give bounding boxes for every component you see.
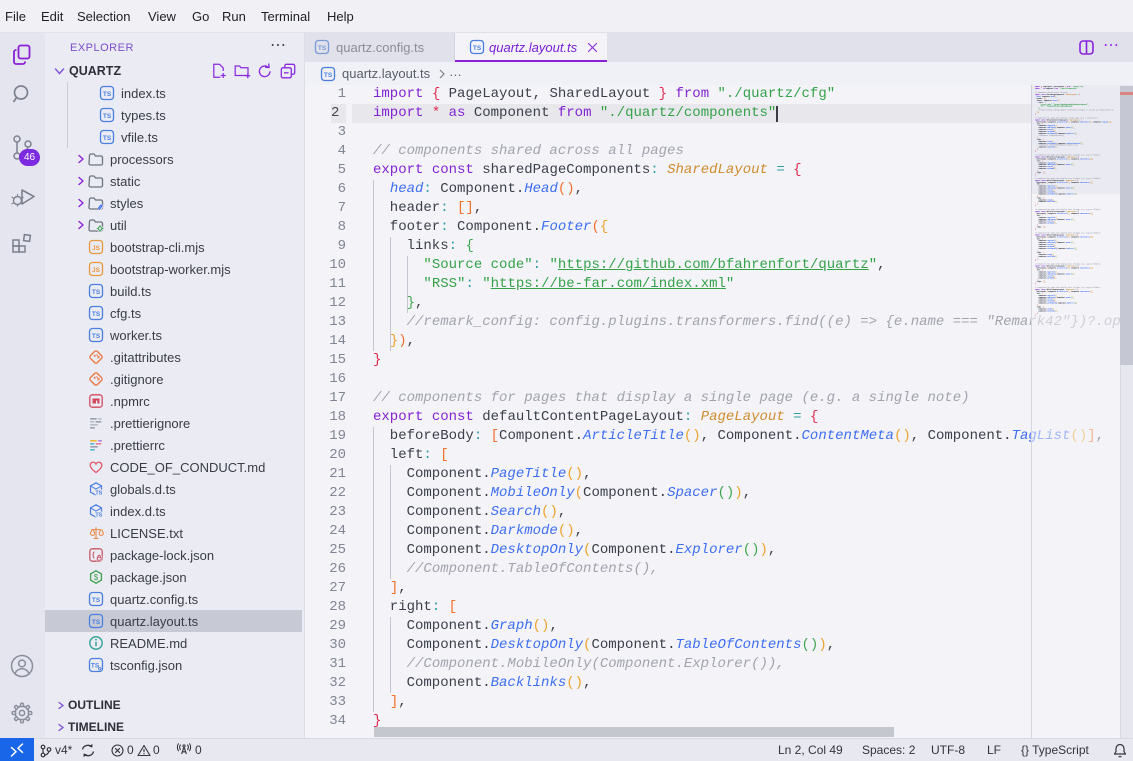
svg-text:TS: TS [92, 311, 101, 318]
svg-text:TS: TS [318, 45, 327, 52]
svg-text:TS: TS [103, 135, 112, 142]
svg-text:TS: TS [95, 513, 102, 519]
svg-text:TS: TS [92, 619, 101, 626]
svg-text:TS: TS [324, 72, 333, 79]
svg-text:TS: TS [95, 491, 102, 497]
svg-text:$: $ [94, 573, 99, 582]
svg-text:TS: TS [92, 289, 101, 296]
svg-text:TS: TS [92, 597, 101, 604]
svg-text:TS: TS [473, 45, 482, 52]
svg-text:JS: JS [92, 245, 101, 252]
svg-text:TS: TS [92, 333, 101, 340]
svg-text:TS: TS [103, 113, 112, 120]
svg-text:TS: TS [103, 91, 112, 98]
svg-text:JS: JS [92, 267, 101, 274]
